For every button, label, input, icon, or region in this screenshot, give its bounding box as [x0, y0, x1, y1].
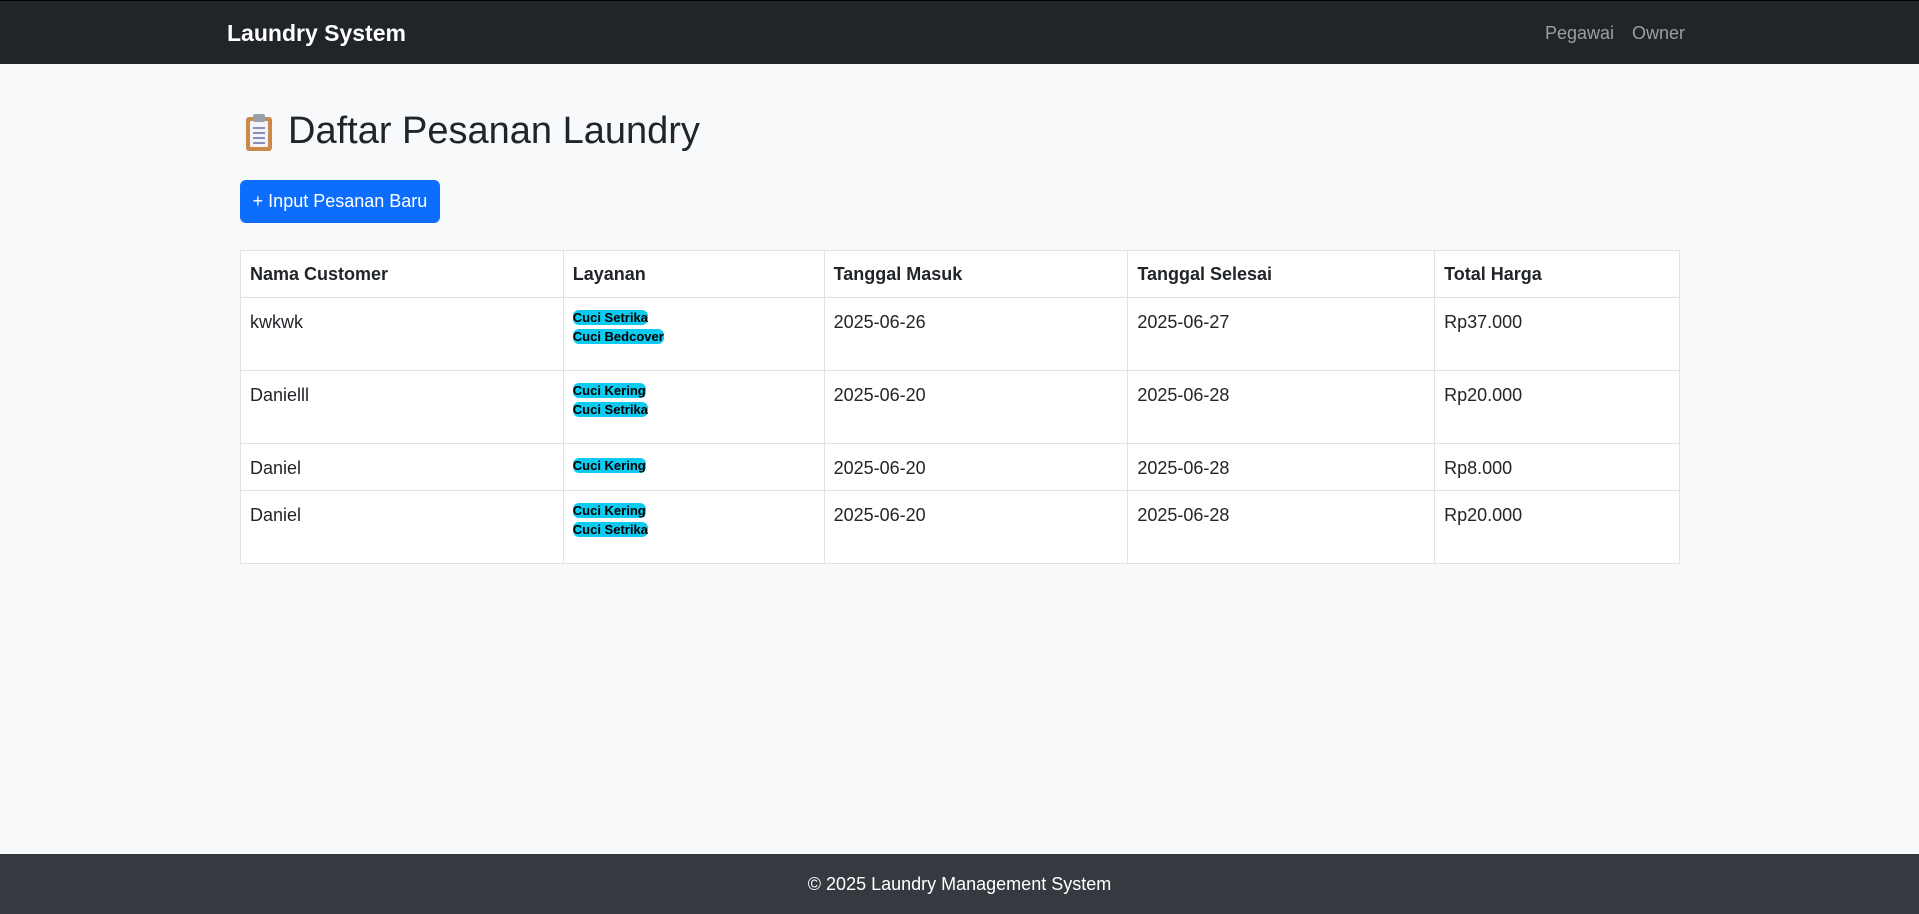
top-navbar: Laundry System Pegawai Owner	[0, 0, 1919, 64]
cell-services: Cuci Setrika Cuci Bedcover	[562, 297, 825, 371]
cell-date-in: 2025-06-20	[823, 443, 1129, 491]
header-date-in: Tanggal Masuk	[823, 250, 1129, 298]
table-row: Daniel Cuci Kering Cuci Setrika 2025-06-…	[240, 490, 1680, 564]
table-row: Danielll Cuci Kering Cuci Setrika 2025-0…	[240, 370, 1680, 444]
cell-total: Rp20.000	[1434, 370, 1680, 444]
cell-customer: kwkwk	[240, 297, 564, 371]
input-new-order-button[interactable]: + Input Pesanan Baru	[240, 180, 440, 223]
clipboard-icon	[244, 113, 274, 151]
header-service: Layanan	[562, 250, 825, 298]
table-row: Daniel Cuci Kering 2025-06-20 2025-06-28…	[240, 443, 1680, 491]
table-row: kwkwk Cuci Setrika Cuci Bedcover 2025-06…	[240, 297, 1680, 371]
nav-link-owner[interactable]: Owner	[1632, 23, 1685, 44]
cell-total: Rp37.000	[1434, 297, 1680, 371]
header-customer: Nama Customer	[240, 250, 564, 298]
cell-date-in: 2025-06-20	[823, 370, 1129, 444]
cell-customer: Daniel	[240, 443, 564, 491]
service-badge: Cuci Kering	[572, 383, 646, 398]
service-badge: Cuci Kering	[572, 458, 646, 473]
cell-customer: Daniel	[240, 490, 564, 564]
service-badge: Cuci Setrika	[572, 310, 648, 325]
cell-services: Cuci Kering Cuci Setrika	[562, 370, 825, 444]
cell-date-done: 2025-06-28	[1127, 443, 1436, 491]
cell-date-in: 2025-06-20	[823, 490, 1129, 564]
nav-links: Pegawai Owner	[1545, 23, 1685, 44]
service-badge: Cuci Setrika	[572, 402, 648, 417]
cell-date-done: 2025-06-28	[1127, 370, 1436, 444]
orders-table: Nama Customer Layanan Tanggal Masuk Tang…	[240, 250, 1680, 564]
cell-customer: Danielll	[240, 370, 564, 444]
page-title-text: Daftar Pesanan Laundry	[288, 110, 700, 152]
brand-link[interactable]: Laundry System	[227, 20, 406, 47]
cell-services: Cuci Kering Cuci Setrika	[562, 490, 825, 564]
page-footer: © 2025 Laundry Management System	[0, 854, 1919, 914]
header-total: Total Harga	[1434, 250, 1680, 298]
table-header-row: Nama Customer Layanan Tanggal Masuk Tang…	[240, 250, 1680, 298]
service-badge: Cuci Setrika	[572, 522, 648, 537]
cell-total: Rp8.000	[1434, 443, 1680, 491]
nav-link-pegawai[interactable]: Pegawai	[1545, 23, 1614, 44]
cell-date-done: 2025-06-28	[1127, 490, 1436, 564]
header-date-done: Tanggal Selesai	[1127, 250, 1436, 298]
service-badge: Cuci Kering	[572, 503, 646, 518]
footer-text: © 2025 Laundry Management System	[807, 873, 1112, 894]
cell-date-in: 2025-06-26	[823, 297, 1129, 371]
service-badge: Cuci Bedcover	[572, 329, 664, 344]
page-title: Daftar Pesanan Laundry	[244, 110, 700, 153]
cell-total: Rp20.000	[1434, 490, 1680, 564]
cell-date-done: 2025-06-27	[1127, 297, 1436, 371]
cell-services: Cuci Kering	[562, 443, 825, 491]
